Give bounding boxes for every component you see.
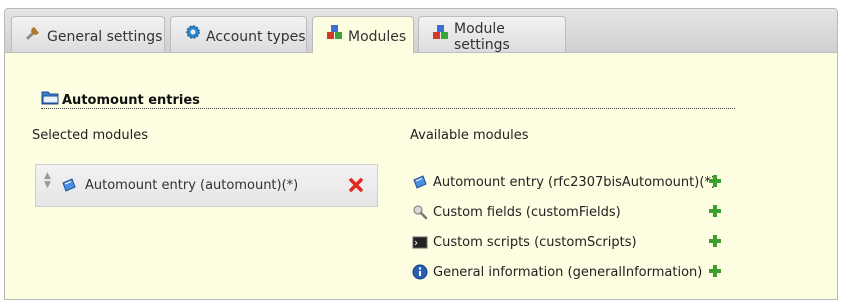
add-icon[interactable]	[707, 263, 723, 283]
available-modules-heading: Available modules	[410, 128, 529, 143]
available-module-label: General information (generalInformation)	[433, 264, 703, 280]
selected-modules-heading: Selected modules	[32, 128, 148, 143]
tab-bar: General settings Account types Modules M…	[5, 9, 837, 53]
drag-handle-icon[interactable]: ▲ ▼	[44, 172, 51, 190]
tab-label: General settings	[47, 28, 163, 45]
modules-icon	[326, 23, 344, 41]
tab-module-settings[interactable]: Module settings	[418, 16, 566, 53]
wrench-icon	[25, 23, 43, 41]
automount-icon	[61, 177, 77, 197]
section-header: Automount entries	[41, 90, 735, 109]
selected-module-item[interactable]: ▲ ▼ Automount entry (automount)(*)	[35, 164, 378, 207]
available-module-label: Automount entry (rfc2307bisAutomount)(*)	[433, 174, 716, 190]
tab-modules[interactable]: Modules	[312, 16, 414, 53]
available-module-label: Custom fields (customFields)	[433, 204, 621, 220]
modules-icon	[432, 23, 450, 41]
available-module-item[interactable]: Custom fields (customFields)	[412, 202, 621, 222]
automount-icon	[412, 174, 428, 190]
available-module-item[interactable]: Custom scripts (customScripts)	[412, 232, 637, 252]
selected-module-label: Automount entry (automount)(*)	[85, 178, 299, 193]
settings-panel: General settings Account types Modules M…	[4, 8, 838, 300]
tab-label: Modules	[348, 29, 407, 45]
available-module-item[interactable]: General information (generalInformation)	[412, 262, 702, 282]
add-icon[interactable]	[707, 203, 723, 223]
tab-label: Module settings	[454, 20, 510, 53]
available-module-item[interactable]: Automount entry (rfc2307bisAutomount)(*)	[412, 172, 716, 192]
add-icon[interactable]	[707, 233, 723, 253]
folder-icon	[41, 89, 59, 109]
remove-icon[interactable]	[348, 177, 364, 197]
info-icon	[412, 264, 428, 280]
gear-icon	[184, 23, 202, 41]
available-module-label: Custom scripts (customScripts)	[433, 234, 637, 250]
section-title: Automount entries	[62, 93, 200, 108]
tab-label: Account types	[206, 28, 306, 45]
terminal-icon	[412, 234, 428, 250]
tab-account-types[interactable]: Account types	[170, 16, 307, 52]
tab-general-settings[interactable]: General settings	[11, 16, 165, 52]
custom-fields-icon	[412, 204, 428, 220]
add-icon[interactable]	[707, 173, 723, 193]
